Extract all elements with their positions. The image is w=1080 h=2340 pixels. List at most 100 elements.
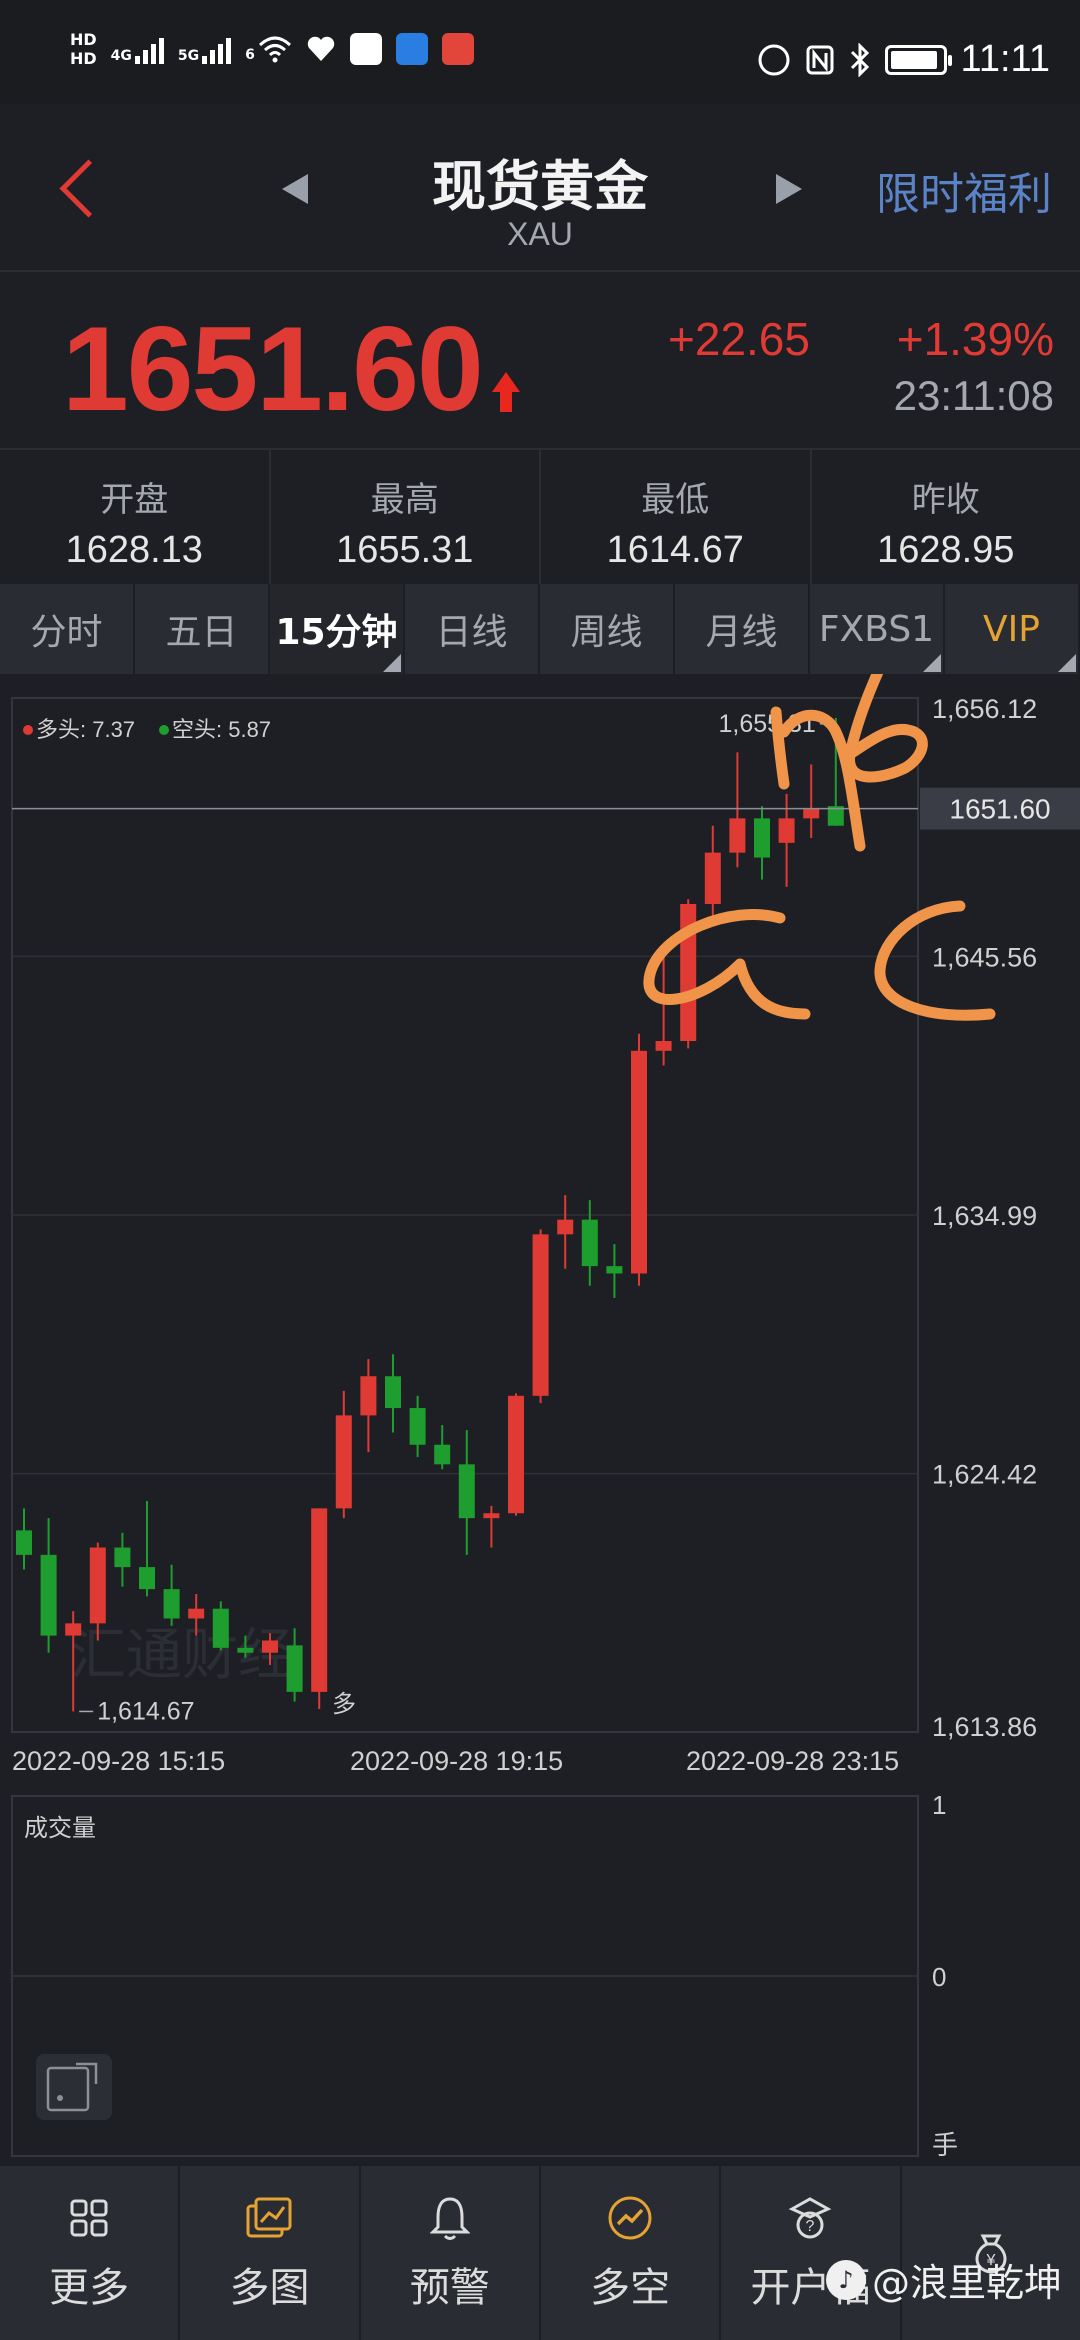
stat-value: 1655.31 <box>336 529 474 571</box>
candle-body <box>212 1608 229 1648</box>
next-symbol-arrow-icon[interactable] <box>776 174 802 204</box>
stat-prev-close: 昨收 1628.95 <box>812 450 1080 584</box>
nav-alert[interactable]: 预警 <box>361 2166 541 2340</box>
candle <box>360 1359 377 1453</box>
symbol-code: XAU <box>507 216 573 252</box>
candle <box>557 1195 574 1269</box>
candle-body <box>89 1547 106 1624</box>
trend-icon <box>605 2193 655 2243</box>
clock: 11:11 <box>960 38 1050 80</box>
candle-body <box>803 808 820 819</box>
short-legend-dot <box>159 725 169 735</box>
y-tick-label: 1,645.56 <box>932 942 1037 972</box>
gift-app-icon <box>441 33 474 65</box>
candle-body <box>704 852 721 905</box>
multi-chart-icon <box>244 2193 294 2243</box>
candle <box>40 1518 57 1653</box>
candle-body <box>409 1408 426 1445</box>
hd-indicator: HD HD <box>70 30 97 68</box>
volume-tick-1: 1 <box>932 1790 946 1820</box>
candle-body <box>483 1513 500 1519</box>
stat-high: 最高 1655.31 <box>271 450 541 584</box>
candle-body <box>458 1464 475 1519</box>
candle <box>606 1244 623 1298</box>
battery-icon <box>884 44 952 75</box>
candle <box>458 1430 475 1555</box>
nav-label: 预警 <box>409 2265 490 2311</box>
candle <box>16 1508 32 1570</box>
candle-body <box>557 1219 574 1235</box>
tab-vip[interactable]: VIP <box>945 584 1080 674</box>
candle-body <box>360 1376 377 1416</box>
candle <box>754 806 770 880</box>
current-price-tag-label: 1651.60 <box>949 794 1050 825</box>
candle <box>434 1425 451 1470</box>
candle <box>655 955 672 1066</box>
candle-body <box>163 1589 180 1619</box>
nav-label: 更多 <box>49 2265 130 2311</box>
candle <box>385 1354 401 1433</box>
candle <box>508 1393 524 1516</box>
long-legend-label: 多头: 7.37 <box>36 717 135 742</box>
long-signal-marker: 多 <box>332 1691 356 1718</box>
stat-label: 昨收 <box>911 480 980 520</box>
candle-body <box>311 1508 328 1692</box>
net2-label: 5G <box>177 48 200 64</box>
stat-low: 最低 1614.67 <box>541 450 812 584</box>
tab-daily[interactable]: 日线 <box>405 584 540 674</box>
candle <box>139 1501 155 1597</box>
tab-five-day[interactable]: 五日 <box>135 584 270 674</box>
quote-time: 23:11:08 <box>893 372 1054 419</box>
volume-unit-label: 手 <box>932 2130 958 2160</box>
quote-panel: 1651.60 +22.65 +1.39% 23:11:08 <box>0 272 1080 450</box>
nav-more[interactable]: 更多 <box>0 2166 181 2340</box>
status-bar: HD HD 4G 5G 6 11:11 <box>0 0 1080 104</box>
price-change-percent: +1.39% <box>896 313 1054 365</box>
promo-link[interactable]: 限时福利 <box>876 158 1052 222</box>
candle-body <box>40 1554 57 1636</box>
candle-body <box>114 1547 131 1568</box>
candle <box>409 1395 426 1457</box>
bell-icon <box>425 2193 475 2243</box>
candle <box>335 1390 352 1519</box>
hd-voice-icon <box>758 44 790 75</box>
net1-label: 4G <box>110 48 132 64</box>
weibo-logo-icon: ♪ <box>825 2259 866 2300</box>
candlestick-chart[interactable]: 汇通财经 1,656.121,645.561,634.991,624.421,6… <box>0 546 1080 2164</box>
app-header: 现货黄金 XAU 限时福利 <box>0 104 1080 272</box>
svg-text:?: ? <box>806 2218 815 2235</box>
tab-weekly[interactable]: 周线 <box>540 584 675 674</box>
tab-indicator[interactable]: FXBS1 <box>810 584 945 674</box>
chart-area[interactable]: 汇通财经 1,656.12 1,645.56 1,634.99 1,624.42 1,6… <box>0 546 1080 2164</box>
candle-body <box>631 1050 647 1274</box>
price-change: +22.65 <box>668 313 810 365</box>
stat-label: 开盘 <box>100 480 169 520</box>
tab-monthly[interactable]: 月线 <box>675 584 810 674</box>
x-tick-label: 2022-09-28 19:15 <box>350 1746 563 1776</box>
nav-long-short[interactable]: 多空 <box>541 2166 722 2340</box>
prev-symbol-arrow-icon[interactable] <box>282 174 308 204</box>
candle-body <box>385 1376 401 1409</box>
candle-body <box>581 1219 598 1267</box>
period-tabs: 分时 五日 15分钟 日线 周线 月线 FXBS1 VIP <box>0 584 1080 674</box>
social-watermark: ♪ @浪里乾坤 <box>825 2252 1062 2307</box>
hd1-label: HD <box>70 30 97 49</box>
stat-value: 1614.67 <box>606 529 744 571</box>
tab-15min[interactable]: 15分钟 <box>270 584 405 674</box>
back-button[interactable] <box>54 150 114 230</box>
nav-multi-chart[interactable]: 多图 <box>180 2166 361 2340</box>
tab-timeshare[interactable]: 分时 <box>0 584 135 674</box>
news-app-icon <box>395 33 428 65</box>
y-tick-label: 1,656.12 <box>932 694 1037 724</box>
nav-label: 多图 <box>229 2265 310 2311</box>
candle-body <box>286 1645 303 1692</box>
weibo-app-icon <box>349 33 382 65</box>
volume-title: 成交量 <box>24 1815 96 1842</box>
candle-body <box>532 1234 549 1396</box>
fullscreen-toggle-icon[interactable] <box>36 2054 112 2120</box>
long-legend-dot <box>23 725 33 735</box>
current-price: 1651.60 <box>62 302 484 436</box>
stats-row: 开盘 1628.13 最高 1655.31 最低 1614.67 昨收 1628… <box>0 450 1080 584</box>
candle-body <box>16 1530 32 1555</box>
wifi-icon: 6 <box>245 35 292 63</box>
